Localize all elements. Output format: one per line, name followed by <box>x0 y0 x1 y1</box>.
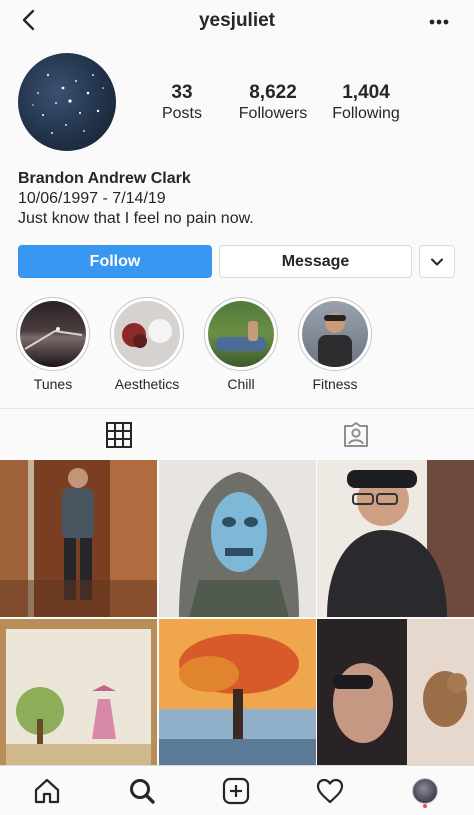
notification-dot <box>423 804 427 808</box>
follow-button[interactable]: Follow <box>18 245 212 278</box>
highlight-ring <box>298 297 372 371</box>
tab-grid[interactable] <box>0 409 237 460</box>
highlight-chill[interactable]: Chill <box>204 297 278 392</box>
profile-tab-bar <box>0 408 474 460</box>
post-thumbnail[interactable] <box>317 460 474 617</box>
profile-full-name: Brandon Andrew Clark <box>18 170 191 187</box>
heart-icon <box>316 778 344 804</box>
more-dots-icon <box>429 19 449 25</box>
more-options-button[interactable] <box>424 12 454 32</box>
post-thumbnail[interactable] <box>0 460 157 617</box>
following-count: 1,404 <box>342 82 390 103</box>
post-thumbnail[interactable] <box>317 619 474 776</box>
posts-count: 33 <box>171 82 193 103</box>
post-thumbnail[interactable] <box>159 619 316 776</box>
followers-count: 8,622 <box>249 82 297 103</box>
following-stat[interactable]: 1,404 Following <box>326 82 406 124</box>
chevron-down-icon <box>431 258 443 265</box>
highlight-cover-tunes <box>20 301 86 367</box>
starfield-image <box>32 73 104 134</box>
highlight-ring <box>110 297 184 371</box>
highlight-aesthetics[interactable]: Aesthetics <box>110 297 184 392</box>
highlight-cover-fitness <box>302 301 368 367</box>
home-icon <box>34 778 60 804</box>
tagged-person-icon <box>343 421 368 447</box>
nav-home[interactable] <box>30 774 64 808</box>
posts-label: Posts <box>161 105 202 122</box>
highlight-cover-aesthetics <box>114 301 180 367</box>
suggested-dropdown-button[interactable] <box>419 245 455 278</box>
top-header: yesjuliet <box>0 0 474 44</box>
profile-avatar[interactable] <box>18 53 116 151</box>
nav-add-post[interactable] <box>219 774 253 808</box>
highlight-ring <box>204 297 278 371</box>
nav-activity[interactable] <box>313 774 347 808</box>
search-icon <box>130 779 155 804</box>
nav-search[interactable] <box>125 774 159 808</box>
followers-stat[interactable]: 8,622 Followers <box>232 82 314 124</box>
bio-text: Just know that I feel no pain now. <box>18 210 254 227</box>
following-label: Following <box>332 105 400 122</box>
followers-label: Followers <box>238 105 308 122</box>
post-thumbnail[interactable] <box>0 619 157 776</box>
bio-dates: 10/06/1997 - 7/14/19 <box>18 190 166 207</box>
profile-username: yesjuliet <box>198 10 276 31</box>
highlight-cover-chill <box>208 301 274 367</box>
posts-stat: 33 Posts <box>150 82 214 124</box>
highlight-ring <box>16 297 90 371</box>
profile-avatar-icon <box>412 778 438 804</box>
tab-tagged[interactable] <box>237 409 474 460</box>
profile-bio: Brandon Andrew Clark 10/06/1997 - 7/14/1… <box>18 169 254 229</box>
add-post-icon <box>222 777 250 805</box>
highlight-label: Fitness <box>312 376 358 392</box>
bottom-navigation <box>0 765 474 815</box>
nav-profile[interactable] <box>408 774 442 808</box>
highlight-tunes[interactable]: Tunes <box>16 297 90 392</box>
message-button[interactable]: Message <box>219 245 412 278</box>
highlight-fitness[interactable]: Fitness <box>298 297 372 392</box>
grid-icon <box>105 421 132 448</box>
post-thumbnail[interactable] <box>159 460 316 617</box>
